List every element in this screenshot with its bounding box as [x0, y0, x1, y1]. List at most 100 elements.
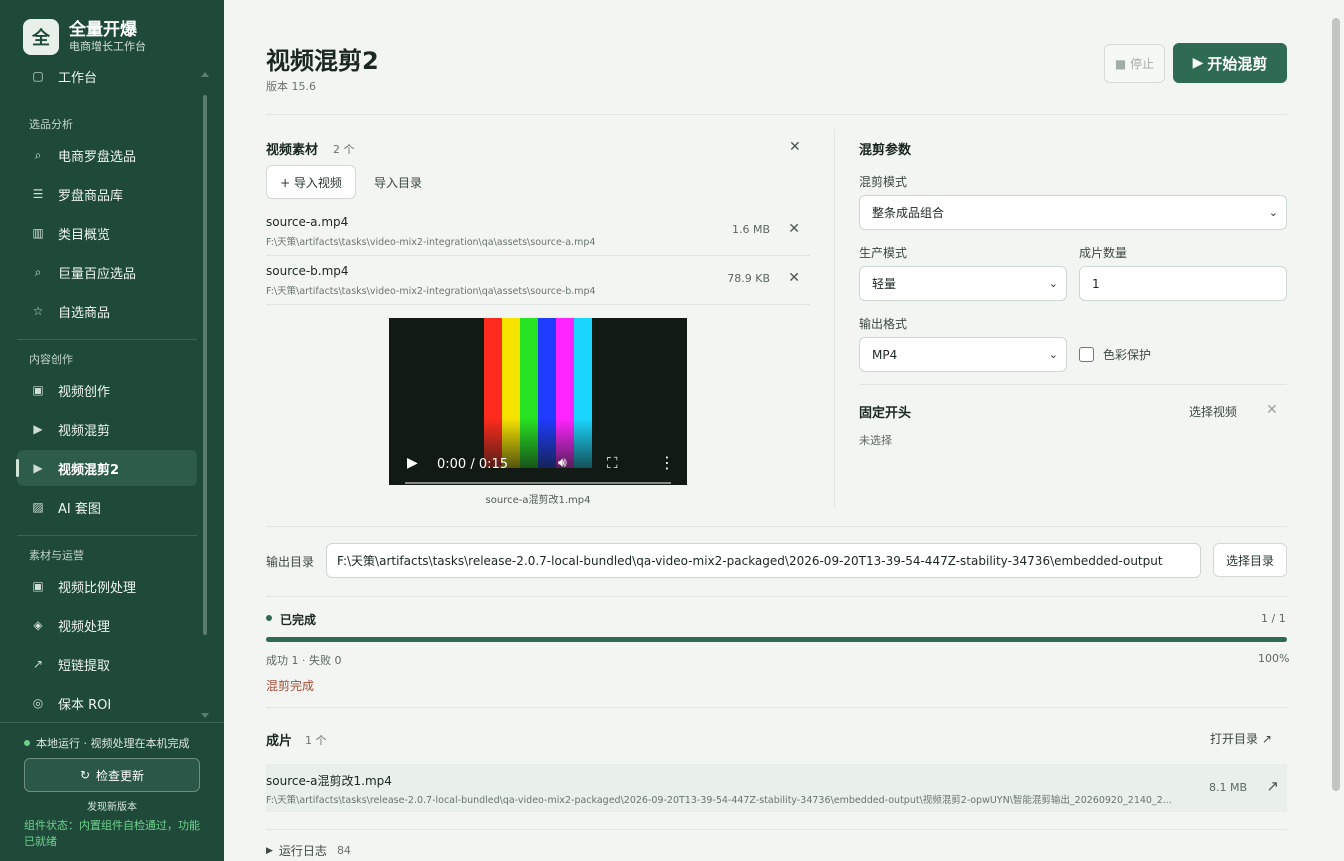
run-log-count: 84: [336, 844, 351, 857]
materials-title: 视频素材: [266, 143, 319, 158]
file-path: F:\天策\artifacts\tasks\video-mix2-integra…: [266, 237, 596, 248]
sidebar-item-video-create[interactable]: ▣ 视频创作: [17, 372, 197, 408]
mix-mode-select[interactable]: 整条成品组合 ⌄: [859, 195, 1287, 230]
sidebar-item-video-process[interactable]: ◈ 视频处理: [17, 607, 197, 643]
remove-file-close-icon[interactable]: ✕: [788, 221, 800, 237]
sidebar-item-roi[interactable]: ◎ 保本 ROI: [17, 685, 197, 720]
section-ops: 素材与运营: [29, 549, 84, 562]
target-icon: ◎: [32, 696, 44, 710]
sidebar-item-label: 视频混剪: [58, 423, 111, 439]
sidebar-item-label: 电商罗盘选品: [58, 149, 137, 165]
play-icon: ▶: [1192, 55, 1204, 71]
check-update-label: 检查更新: [96, 768, 145, 783]
list-item: source-b.mp4 F:\天策\artifacts\tasks\video…: [266, 258, 810, 307]
list-icon: ☰: [32, 187, 44, 201]
sidebar-item-workbench[interactable]: ▢ 工作台: [17, 62, 197, 94]
sidebar-item-label: 巨量百应选品: [58, 266, 137, 282]
status-dot-icon: [24, 740, 30, 746]
file-size: 1.6 MB: [731, 223, 770, 236]
color-protect-checkbox[interactable]: [1079, 347, 1094, 362]
sidebar-footer: 本地运行 · 视频处理在本机完成 ↻ 检查更新 发现新版本 组件状态：内置组件自…: [0, 722, 224, 861]
production-mode-select[interactable]: 轻量 ⌄: [859, 266, 1067, 301]
video-box-icon: ▣: [32, 579, 44, 593]
sidebar-item-favorites[interactable]: ☆ 自选商品: [17, 293, 197, 329]
sidebar-item-label: 视频比例处理: [58, 580, 137, 596]
sidebar-scroll-down[interactable]: [201, 713, 209, 718]
check-update-button[interactable]: ↻ 检查更新: [24, 758, 200, 792]
clear-materials-close-icon[interactable]: ✕: [789, 139, 801, 155]
sidebar-item-video-mix[interactable]: ▶ 视频混剪: [17, 411, 197, 447]
quantity-label: 成片数量: [1079, 246, 1128, 260]
divider: [17, 339, 197, 340]
sidebar-item-ai-images[interactable]: ▨ AI 套图: [17, 489, 197, 525]
sidebar-scrollbar[interactable]: [203, 95, 207, 635]
diamond-icon: ◈: [33, 618, 43, 632]
result-size: 8.1 MB: [1208, 781, 1247, 794]
component-status: 组件状态：内置组件自检通过，功能已就绪: [24, 819, 200, 848]
file-path: F:\天策\artifacts\tasks\video-mix2-integra…: [266, 286, 596, 297]
volume-icon[interactable]: 🔊︎: [558, 455, 567, 471]
quantity-input[interactable]: 1: [1079, 266, 1287, 301]
select-intro-video-button[interactable]: 选择视频: [1189, 403, 1237, 420]
mix-mode-value: 整条成品组合: [872, 206, 945, 220]
clear-intro-close-icon[interactable]: ✕: [1266, 402, 1278, 418]
brand: 全 全量开爆 电商增长工作台: [23, 19, 146, 55]
home-icon: ▢: [32, 69, 44, 83]
start-mix-button[interactable]: ▶ 开始混剪: [1173, 43, 1287, 83]
open-dir-button[interactable]: 打开目录 ↗: [1210, 730, 1272, 747]
sidebar-item-label: 类目概览: [58, 227, 111, 243]
sidebar-item-label: 视频处理: [58, 619, 111, 635]
open-file-arrow-icon[interactable]: ↗: [1266, 777, 1279, 795]
more-options-icon[interactable]: ⋮: [659, 453, 675, 472]
import-dir-button[interactable]: 导入目录: [374, 174, 422, 191]
output-format-value: MP4: [872, 347, 898, 362]
color-protect-label[interactable]: 色彩保护: [1103, 346, 1151, 363]
sidebar-item-video-mix2[interactable]: ▶ 视频混剪2: [16, 450, 197, 486]
output-dir-input[interactable]: F:\天策\artifacts\tasks\release-2.0.7-loca…: [326, 543, 1201, 578]
video-preview[interactable]: ▶ 0:00 / 0:15 🔊︎ ⛶ ⋮: [389, 318, 687, 485]
sidebar-nav: ▢ 工作台 选品分析 ⌕ 电商罗盘选品 ☰ 罗盘商品库 ▥ 类目概览 ⌕ 巨量百…: [0, 62, 210, 720]
table-row[interactable]: source-a混剪改1.mp4 F:\天策\artifacts\tasks\r…: [266, 764, 1287, 812]
run-log-toggle[interactable]: ▶ 运行日志 84: [266, 842, 351, 859]
sidebar-item-category[interactable]: ▥ 类目概览: [17, 215, 197, 251]
mode-label: 混剪模式: [859, 175, 908, 189]
results-title: 成片: [266, 734, 293, 749]
grid-icon: ▥: [32, 226, 44, 240]
divider: [266, 707, 1287, 708]
progress-message: 混剪完成: [266, 679, 315, 693]
local-status-text: 本地运行 · 视频处理在本机完成: [36, 737, 190, 750]
output-format-select[interactable]: MP4 ⌄: [859, 337, 1067, 372]
divider: [266, 829, 1287, 830]
sidebar-item-compass-library[interactable]: ☰ 罗盘商品库: [17, 176, 197, 212]
preview-caption: source-a混剪改1.mp4: [485, 495, 591, 506]
sidebar-item-shortlink[interactable]: ↗ 短链提取: [17, 646, 197, 682]
divider: [266, 596, 1287, 597]
caret-right-icon: ▶: [266, 845, 273, 856]
fullscreen-icon[interactable]: ⛶: [607, 454, 618, 472]
divider: [17, 535, 197, 536]
import-video-button[interactable]: + 导入视频: [266, 165, 356, 199]
choose-dir-button[interactable]: 选择目录: [1213, 543, 1287, 577]
sidebar-item-compass-select[interactable]: ⌕ 电商罗盘选品: [17, 137, 197, 173]
sidebar-item-baiying[interactable]: ⌕ 巨量百应选品: [17, 254, 197, 290]
file-size: 78.9 KB: [727, 272, 770, 285]
file-name: source-a.mp4: [266, 215, 349, 229]
sidebar-item-ratio[interactable]: ▣ 视频比例处理: [17, 568, 197, 604]
video-seek-bar[interactable]: [405, 482, 671, 484]
search-icon: ⌕: [34, 264, 42, 279]
progress-summary: 成功 1 · 失败 0: [266, 654, 342, 667]
materials-count: 2 个: [333, 143, 355, 156]
sidebar-item-label: 自选商品: [58, 305, 111, 321]
result-name: source-a混剪改1.mp4: [266, 774, 392, 788]
play-icon[interactable]: ▶: [407, 455, 418, 471]
sidebar-item-label: AI 套图: [58, 501, 101, 517]
remove-file-close-icon[interactable]: ✕: [788, 270, 800, 286]
play-icon: ▶: [33, 461, 43, 475]
run-log-label: 运行日志: [278, 844, 327, 858]
stop-button[interactable]: ■ 停止: [1104, 44, 1165, 83]
list-item: source-a.mp4 F:\天策\artifacts\tasks\video…: [266, 209, 810, 258]
production-label: 生产模式: [859, 246, 908, 260]
page-scroll-thumb[interactable]: [1332, 18, 1340, 791]
sidebar-scroll-up[interactable]: [201, 72, 209, 77]
main-content: 视频混剪2 版本 15.6 ■ 停止 ▶ 开始混剪 视频素材 2 个 ✕ + 导…: [224, 0, 1329, 861]
